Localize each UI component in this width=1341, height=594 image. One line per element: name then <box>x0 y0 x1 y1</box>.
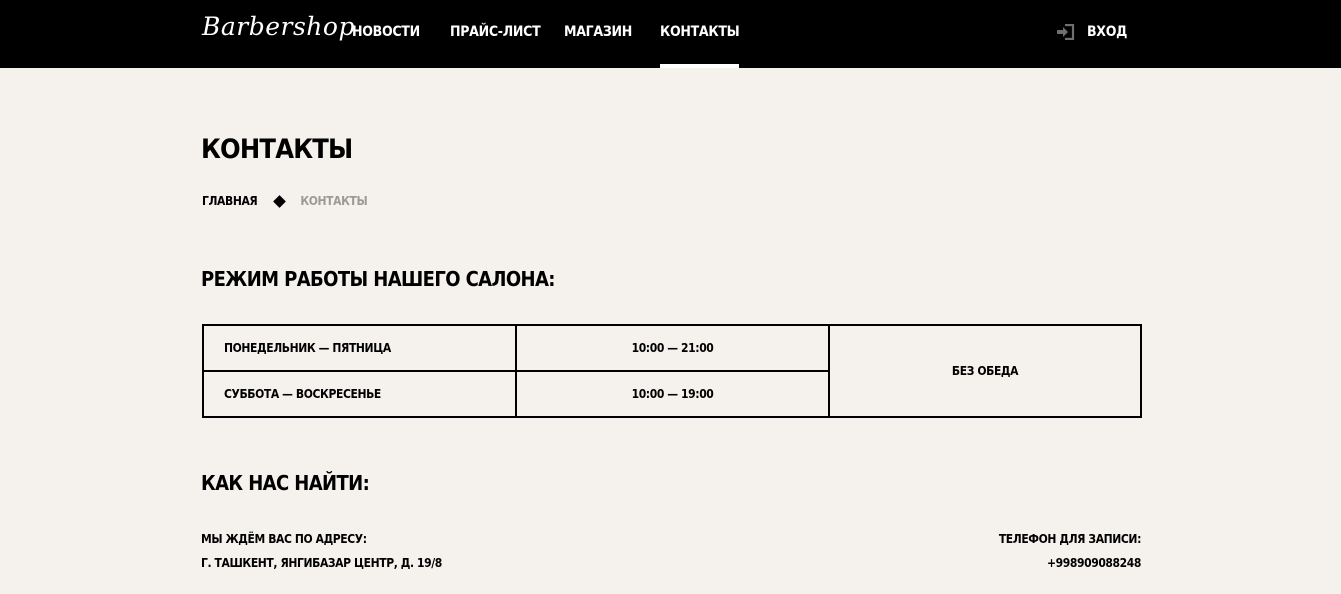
diamond-icon <box>273 194 287 208</box>
schedule-days: СУББОТА — ВОСКРЕСЕНЬЕ <box>202 370 517 418</box>
breadcrumb: ГЛАВНАЯ КОНТАКТЫ <box>202 194 368 208</box>
nav-item-shop[interactable]: МАГАЗИН <box>564 0 632 68</box>
breadcrumb-current: КОНТАКТЫ <box>300 194 368 208</box>
breadcrumb-home-link[interactable]: ГЛАВНАЯ <box>202 194 258 208</box>
nav-item-news[interactable]: НОВОСТИ <box>352 0 420 68</box>
schedule-hours: 10:00 — 19:00 <box>515 370 830 418</box>
schedule-table: ПОНЕДЕЛЬНИК — ПЯТНИЦА 10:00 — 21:00 БЕЗ … <box>202 324 1142 418</box>
login-label: ВХОД <box>1087 24 1128 40</box>
schedule-hours: 10:00 — 21:00 <box>515 324 830 372</box>
table-row: ПОНЕДЕЛЬНИК — ПЯТНИЦА 10:00 — 21:00 БЕЗ … <box>202 324 1142 418</box>
address-label: МЫ ЖДЁМ ВАС ПО АДРЕСУ: <box>201 532 367 546</box>
schedule-note: БЕЗ ОБЕДА <box>828 324 1142 418</box>
nav-item-price-list[interactable]: ПРАЙС-ЛИСТ <box>450 0 541 68</box>
nav-item-contacts[interactable]: КОНТАКТЫ <box>660 0 740 68</box>
login-button[interactable]: ВХОД <box>1056 22 1127 42</box>
phone-label: ТЕЛЕФОН ДЛЯ ЗАПИСИ: <box>998 532 1142 546</box>
page-title: КОНТАКТЫ <box>201 134 353 165</box>
address-value: Г. ТАШКЕНТ, ЯНГИБАЗАР ЦЕНТР, Д. 19/8 <box>201 556 442 570</box>
phone-link[interactable]: +998909088248 <box>1047 556 1141 570</box>
site-logo[interactable]: Barbershop <box>202 12 355 41</box>
schedule-days: ПОНЕДЕЛЬНИК — ПЯТНИЦА <box>202 324 517 372</box>
schedule-title: РЕЖИМ РАБОТЫ НАШЕГО САЛОНА: <box>201 267 556 291</box>
login-icon <box>1056 24 1075 40</box>
location-title: КАК НАС НАЙТИ: <box>201 471 370 495</box>
site-header: Barbershop НОВОСТИ ПРАЙС-ЛИСТ МАГАЗИН КО… <box>0 0 1341 68</box>
